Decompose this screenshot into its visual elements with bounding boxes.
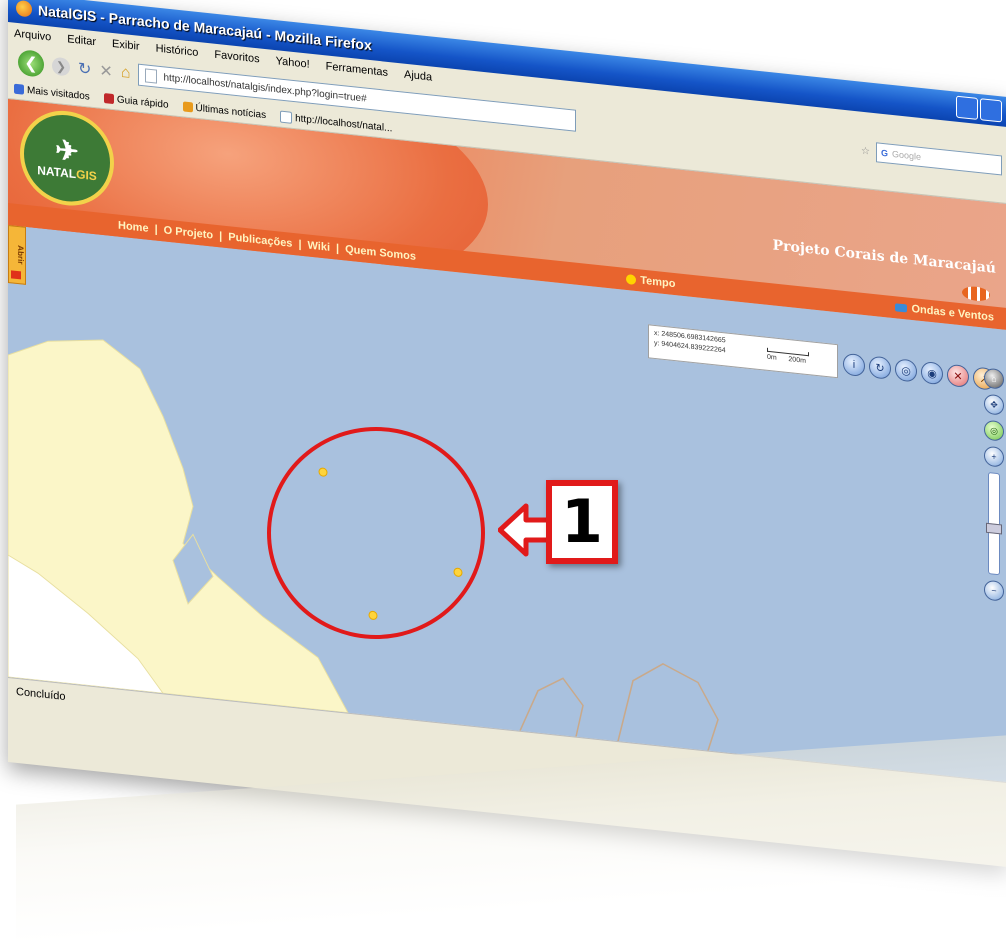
coral-contour-1 [519, 677, 584, 737]
forward-button[interactable]: ❯ [52, 56, 70, 77]
zoom-in-icon[interactable]: + [984, 445, 1004, 468]
pan-icon[interactable]: ✥ [984, 393, 1004, 416]
nav-separator: | [154, 223, 158, 236]
window-controls [956, 95, 1006, 123]
clownfish-icon [962, 285, 990, 303]
zoom-control: ⌂ ✥ ◎ + − [983, 367, 1005, 602]
airplane-icon: ✈ [55, 133, 79, 168]
bookmark-label: Guia rápido [116, 93, 169, 111]
status-text: Concluído [16, 685, 66, 704]
bookmark-ultimas-noticias[interactable]: Últimas notícias [182, 101, 267, 121]
zoom-slider[interactable] [986, 472, 1002, 576]
reload-icon[interactable]: ↻ [78, 58, 91, 79]
menu-historico[interactable]: Histórico [156, 43, 199, 59]
google-icon: G [881, 147, 889, 159]
extent-icon[interactable]: ◎ [984, 419, 1004, 442]
nav-separator: | [298, 238, 302, 251]
logo-text: NATALGIS [37, 163, 97, 183]
arrow-right-icon [11, 270, 21, 280]
abrir-label: Abrir [16, 245, 25, 266]
nav-separator: | [219, 230, 223, 243]
page-icon [280, 110, 293, 124]
menu-favoritos[interactable]: Favoritos [214, 49, 259, 66]
wave-icon [895, 303, 908, 313]
firefox-window: NatalGIS - Parracho de Maracajaú - Mozil… [8, 0, 1006, 868]
home-view-icon[interactable]: ⌂ [984, 367, 1004, 390]
refresh-icon[interactable]: ↻ [869, 355, 891, 380]
menu-exibir[interactable]: Exibir [112, 38, 140, 53]
firefox-icon [16, 0, 32, 18]
menu-arquivo[interactable]: Arquivo [14, 28, 51, 44]
scale-right-label: 200m [788, 356, 806, 365]
menu-ferramentas[interactable]: Ferramentas [326, 60, 388, 79]
search-placeholder: Google [892, 148, 922, 162]
page-icon [145, 68, 158, 84]
sun-icon [626, 273, 637, 286]
bookmark-mais-visitados[interactable]: Mais visitados [14, 83, 90, 102]
stop-icon[interactable]: ✕ [99, 61, 112, 82]
rss-icon [182, 101, 193, 113]
back-arrow-icon: ❮ [24, 54, 38, 74]
scale-bar: 0m 200m [767, 347, 809, 367]
home-icon[interactable]: ⌂ [121, 64, 131, 83]
menu-yahoo[interactable]: Yahoo! [276, 55, 310, 71]
nav-wiki[interactable]: Wiki [308, 239, 331, 253]
coral-contour-2 [617, 662, 719, 751]
project-title: Projeto Corais de Maracajaú [772, 237, 996, 277]
web-page: ✈ NATALGIS Projeto Corais de Maracajaú H… [8, 99, 1006, 783]
annotation-circle [267, 427, 485, 639]
minimize-button[interactable] [956, 95, 978, 120]
info-icon[interactable]: i [843, 352, 865, 378]
nav-separator: | [336, 242, 340, 255]
logo-text-gis: GIS [76, 167, 97, 184]
zoom-slider-handle[interactable] [986, 522, 1002, 535]
clear-icon[interactable]: ✕ [947, 363, 969, 389]
scale-left-label: 0m [767, 353, 777, 362]
bookmark-guia-rapido[interactable]: Guia rápido [103, 93, 169, 111]
back-button[interactable]: ❮ [18, 49, 44, 78]
nav-o-projeto[interactable]: O Projeto [164, 224, 214, 241]
screenshot-stage: NatalGIS - Parracho de Maracajaú - Mozil… [0, 0, 1006, 945]
layers-icon[interactable]: ◉ [921, 360, 943, 386]
bookmark-icon [103, 93, 114, 105]
tempo-link[interactable]: Tempo [626, 273, 675, 290]
logo-text-natal: NATAL [37, 163, 77, 182]
bookmark-label: Mais visitados [27, 84, 90, 103]
bookmark-icon [14, 83, 24, 95]
tempo-label: Tempo [640, 274, 676, 291]
globe-icon[interactable]: ◎ [895, 358, 917, 383]
abrir-side-tab[interactable]: Abrir [8, 225, 26, 285]
star-icon[interactable]: ☆ [861, 145, 870, 157]
menu-ajuda[interactable]: Ajuda [404, 69, 432, 84]
forward-arrow-icon: ❯ [55, 59, 67, 75]
maximize-button[interactable] [980, 98, 1002, 123]
menu-editar[interactable]: Editar [67, 33, 96, 48]
bookmark-label: Últimas notícias [195, 102, 267, 121]
nav-quem-somos[interactable]: Quem Somos [345, 243, 416, 262]
nav-home[interactable]: Home [118, 220, 149, 235]
annotation-callout: 1 [546, 480, 618, 564]
zoom-out-icon[interactable]: − [984, 579, 1004, 602]
nav-publicacoes[interactable]: Publicações [228, 231, 292, 250]
